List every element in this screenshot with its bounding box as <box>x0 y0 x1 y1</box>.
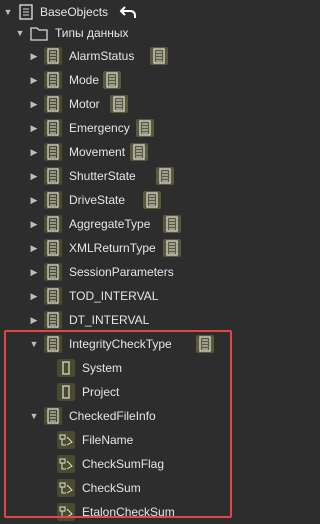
tree-node-label: Project <box>82 385 120 399</box>
tree-node-label: DT_INTERVAL <box>69 313 150 327</box>
tree-node-field[interactable]: EtalonCheckSum <box>0 500 243 524</box>
datatype-icon <box>44 311 62 329</box>
tree-node-type[interactable]: ▼ IntegrityCheckType <box>0 332 243 356</box>
type-badge-icon[interactable] <box>136 119 155 137</box>
tree-node-enum-value[interactable]: Project <box>0 380 243 404</box>
datatype-icon <box>44 263 62 281</box>
datatype-icon <box>44 143 62 161</box>
datatype-icon <box>44 167 62 185</box>
chevron-down-icon[interactable]: ▼ <box>29 339 39 349</box>
chevron-right-icon[interactable]: ▶ <box>29 291 39 301</box>
datatype-icon <box>44 191 62 209</box>
tree-node-type[interactable]: ▶ Motor <box>0 92 243 116</box>
tree-node-type[interactable]: ▶ SessionParameters <box>0 260 243 284</box>
struct-field-icon <box>57 503 75 521</box>
enum-value-icon <box>57 383 75 401</box>
tree-node-label: XMLReturnType <box>69 241 156 255</box>
chevron-down-icon[interactable]: ▼ <box>15 28 25 38</box>
type-badge-icon[interactable] <box>129 143 148 161</box>
tree-node-type[interactable]: ▼ CheckedFileInfo <box>0 404 243 428</box>
tree-node-label: ShutterState <box>69 169 136 183</box>
chevron-right-icon[interactable]: ▶ <box>29 171 39 181</box>
datatype-icon <box>44 407 62 425</box>
enum-value-icon <box>57 359 75 377</box>
type-badge-icon[interactable] <box>149 47 168 65</box>
database-icon <box>17 3 35 21</box>
undo-arrow-icon[interactable] <box>119 3 137 21</box>
tree-node-label: System <box>82 361 123 375</box>
tree-node-label: AggregateType <box>69 217 151 231</box>
tree-node-type[interactable]: ▶ Movement <box>0 140 243 164</box>
datatype-icon <box>44 71 62 89</box>
type-badge-icon[interactable] <box>103 71 122 89</box>
tree-node-type[interactable]: ▶ DriveState <box>0 188 243 212</box>
tree-node-label: Типы данных <box>55 26 129 40</box>
tree-node-type[interactable]: ▶ XMLReturnType <box>0 236 243 260</box>
chevron-right-icon[interactable]: ▶ <box>29 243 39 253</box>
tree-node-label: SessionParameters <box>69 265 174 279</box>
tree-node-field[interactable]: FileName <box>0 428 243 452</box>
datatype-icon <box>44 335 62 353</box>
tree-node-label: Mode <box>69 73 100 87</box>
tree-node-label: BaseObjects <box>40 5 109 19</box>
tree-node-label: EtalonCheckSum <box>82 505 175 519</box>
tree-node-label: DriveState <box>69 193 126 207</box>
tree-node-field[interactable]: CheckSumFlag <box>0 452 243 476</box>
chevron-right-icon[interactable]: ▶ <box>29 75 39 85</box>
tree-node-type[interactable]: ▶ AggregateType <box>0 212 243 236</box>
type-badge-icon[interactable] <box>162 239 181 257</box>
type-badge-icon[interactable] <box>156 167 175 185</box>
tree-node-type[interactable]: ▶ DT_INTERVAL <box>0 308 243 332</box>
tree-node-label: Motor <box>69 97 100 111</box>
tree-node-label: CheckedFileInfo <box>69 409 156 423</box>
tree-node-label: AlarmStatus <box>69 49 135 63</box>
struct-field-icon <box>57 431 75 449</box>
datatype-icon <box>44 119 62 137</box>
tree-node-label: IntegrityCheckType <box>69 337 172 351</box>
tree-node-label: Emergency <box>69 121 130 135</box>
chevron-right-icon[interactable]: ▶ <box>29 219 39 229</box>
chevron-down-icon[interactable]: ▼ <box>3 7 13 17</box>
datatype-icon <box>44 215 62 233</box>
chevron-down-icon[interactable]: ▼ <box>29 411 39 421</box>
tree-node-type[interactable]: ▶ Mode <box>0 68 243 92</box>
tree-node-field[interactable]: CheckSum <box>0 476 243 500</box>
struct-field-icon <box>57 479 75 497</box>
chevron-right-icon[interactable]: ▶ <box>29 195 39 205</box>
struct-field-icon <box>57 455 75 473</box>
datatype-icon <box>44 239 62 257</box>
tree-node-enum-value[interactable]: System <box>0 356 243 380</box>
tree-node-type[interactable]: ▶ ShutterState <box>0 164 243 188</box>
tree-node-label: FileName <box>82 433 134 447</box>
tree-node-type[interactable]: ▶ AlarmStatus <box>0 44 243 68</box>
type-badge-icon[interactable] <box>110 95 128 113</box>
tree-node-type[interactable]: ▶ Emergency <box>0 116 243 140</box>
chevron-right-icon[interactable]: ▶ <box>29 99 39 109</box>
type-badge-icon[interactable] <box>195 335 214 353</box>
tree-node-folder[interactable]: ▼ Типы данных <box>0 21 243 45</box>
tree-node-label: CheckSumFlag <box>82 457 165 471</box>
datatype-icon <box>44 287 62 305</box>
type-badge-icon[interactable] <box>162 215 181 233</box>
chevron-right-icon[interactable]: ▶ <box>29 147 39 157</box>
chevron-right-icon[interactable]: ▶ <box>29 267 39 277</box>
chevron-right-icon[interactable]: ▶ <box>29 315 39 325</box>
datatype-icon <box>44 95 62 113</box>
tree-node-label: TOD_INTERVAL <box>69 289 159 303</box>
chevron-right-icon[interactable]: ▶ <box>29 123 39 133</box>
object-tree[interactable]: ▼ BaseObjects ▼ Типы данных ▶ AlarmStatus… <box>0 0 243 524</box>
folder-icon <box>30 24 48 42</box>
datatype-icon <box>44 47 62 65</box>
tree-node-label: CheckSum <box>82 481 141 495</box>
tree-node-type[interactable]: ▶ TOD_INTERVAL <box>0 284 243 308</box>
type-badge-icon[interactable] <box>143 191 161 209</box>
chevron-right-icon[interactable]: ▶ <box>29 51 39 61</box>
tree-node-label: Movement <box>69 145 126 159</box>
